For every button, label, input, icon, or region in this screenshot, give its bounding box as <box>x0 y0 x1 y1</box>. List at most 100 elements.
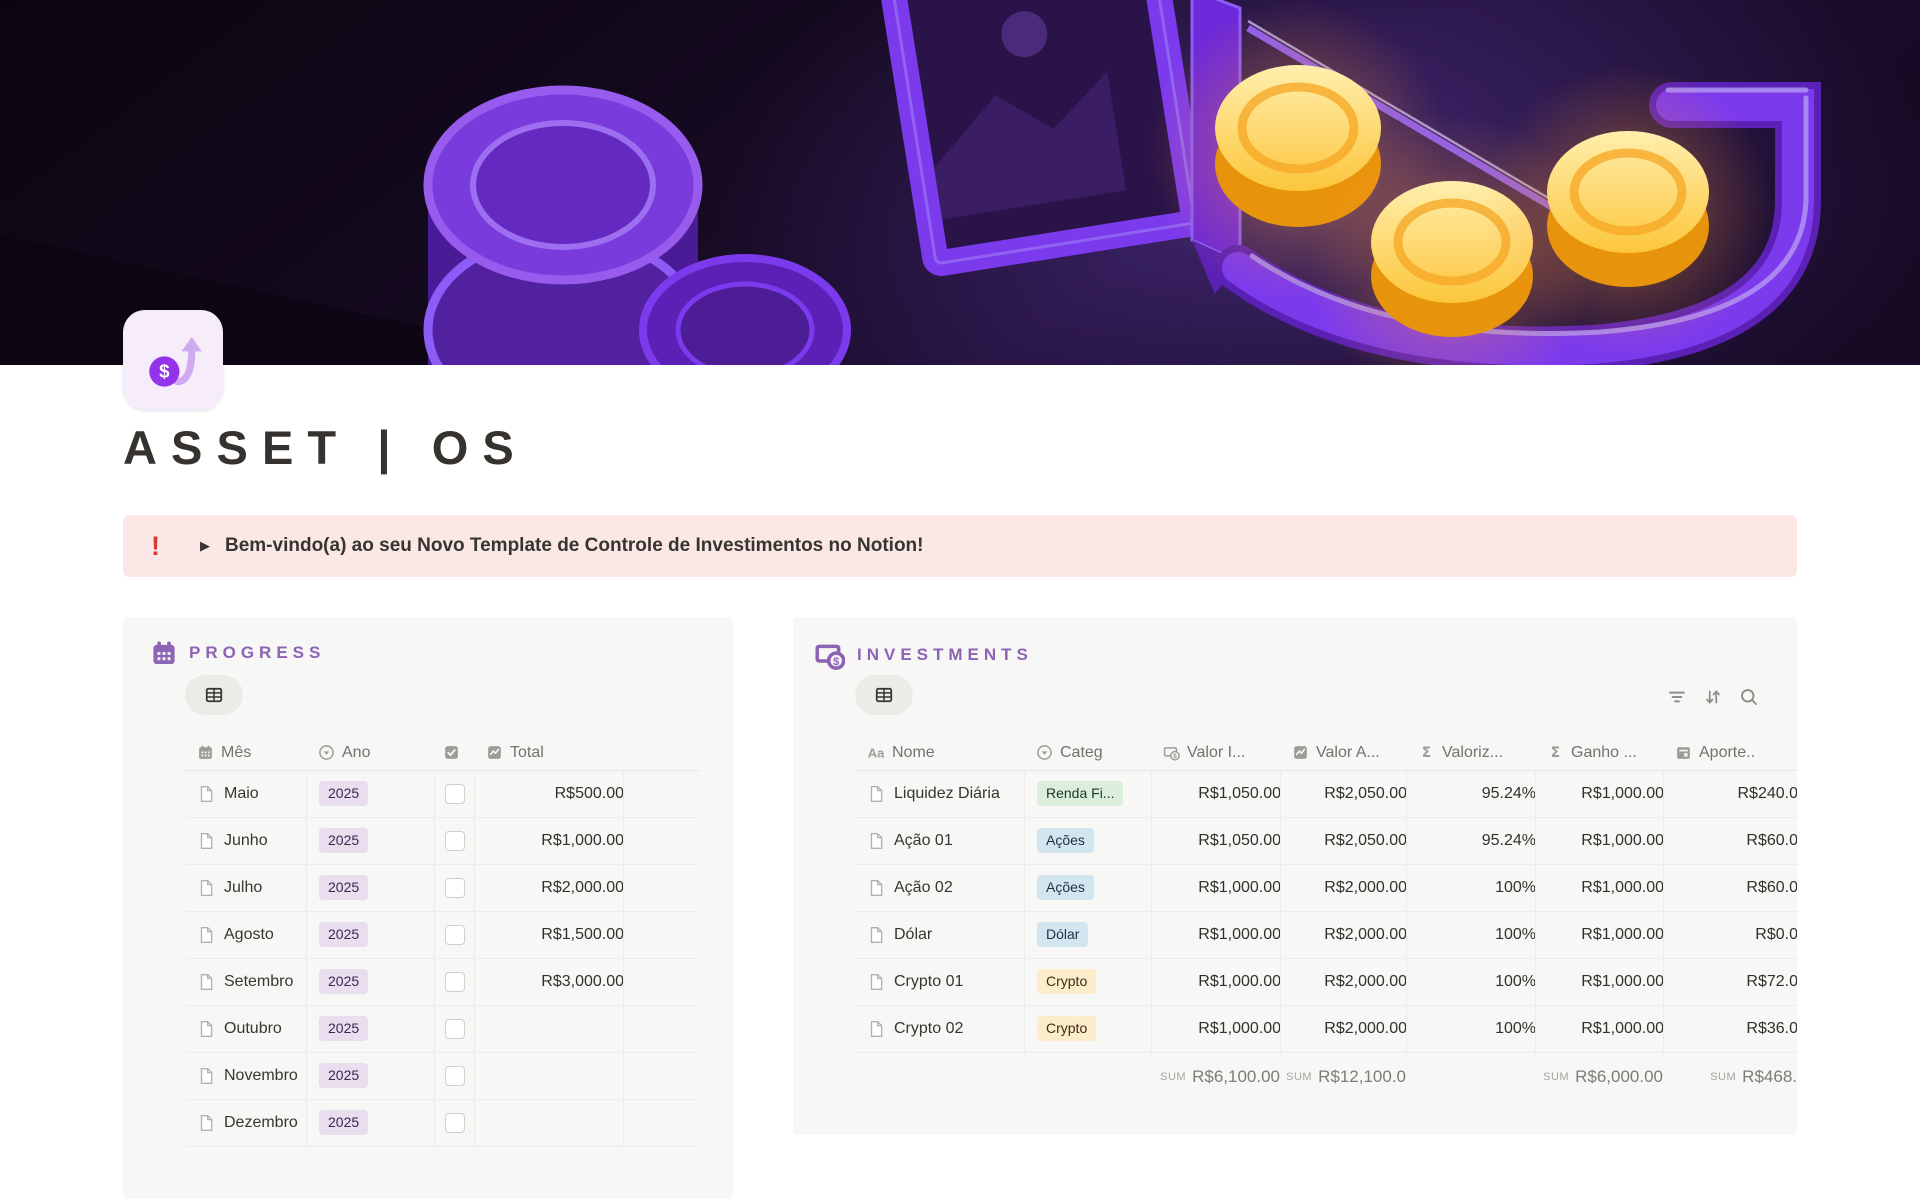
table-row[interactable]: Dezembro 2025 <box>185 1099 699 1147</box>
total-cell[interactable]: R$3,000.00 <box>541 973 624 991</box>
column-header-aporte[interactable]: Aporte.. <box>1675 735 1797 770</box>
ganho-cell[interactable]: R$1,000.00 <box>1581 832 1664 850</box>
month-cell[interactable]: Outubro <box>224 1020 282 1038</box>
toggle-triangle-icon[interactable]: ▶ <box>200 538 210 554</box>
valor-i-cell[interactable]: R$1,000.00 <box>1198 879 1281 897</box>
month-cell[interactable]: Agosto <box>224 926 274 944</box>
aporte-cell[interactable]: R$0.0 <box>1755 926 1797 944</box>
valoriz-cell[interactable]: 100% <box>1495 879 1536 897</box>
checkbox[interactable] <box>445 1066 465 1086</box>
table-row[interactable]: Ação 01 Ações R$1,050.00 R$2,050.00 95.2… <box>855 817 1797 865</box>
valoriz-cell[interactable]: 95.24% <box>1482 832 1536 850</box>
valoriz-cell[interactable]: 95.24% <box>1482 785 1536 803</box>
table-row[interactable]: Agosto 2025 R$1,500.00 <box>185 911 699 959</box>
table-row[interactable]: Setembro 2025 R$3,000.00 <box>185 958 699 1006</box>
valor-a-cell[interactable]: R$2,050.00 <box>1324 785 1407 803</box>
column-header-mes[interactable]: Mês <box>197 735 302 770</box>
valor-i-cell[interactable]: R$1,000.00 <box>1198 926 1281 944</box>
page-icon-badge[interactable]: $ <box>123 310 223 410</box>
checkbox[interactable] <box>445 831 465 851</box>
checkbox[interactable] <box>445 784 465 804</box>
welcome-callout[interactable]: ! ▶ Bem-vindo(a) ao seu Novo Template de… <box>123 515 1797 577</box>
column-header-total[interactable]: Total <box>486 735 621 770</box>
table-view-button[interactable] <box>855 675 913 715</box>
table-row[interactable]: Ação 02 Ações R$1,000.00 R$2,000.00 100%… <box>855 864 1797 912</box>
checkbox[interactable] <box>445 878 465 898</box>
month-cell[interactable]: Junho <box>224 832 268 850</box>
name-cell[interactable]: Crypto 01 <box>894 973 963 991</box>
total-cell[interactable]: R$1,000.00 <box>541 832 624 850</box>
valor-a-cell[interactable]: R$2,000.00 <box>1324 1020 1407 1038</box>
valor-i-cell[interactable]: R$1,000.00 <box>1198 973 1281 991</box>
column-header-nome[interactable]: Nome <box>867 735 1017 770</box>
valor-a-cell[interactable]: R$2,000.00 <box>1324 973 1407 991</box>
checkbox[interactable] <box>445 972 465 992</box>
ganho-cell[interactable]: R$1,000.00 <box>1581 879 1664 897</box>
aporte-cell[interactable]: R$36.0 <box>1746 1020 1797 1038</box>
valor-i-cell[interactable]: R$1,000.00 <box>1198 1020 1281 1038</box>
aporte-cell[interactable]: R$60.0 <box>1746 832 1797 850</box>
search-icon[interactable] <box>1739 687 1759 707</box>
column-header-valoriz[interactable]: Valoriz... <box>1418 735 1535 770</box>
category-tag[interactable]: Crypto <box>1037 969 1096 994</box>
year-tag[interactable]: 2025 <box>319 969 368 994</box>
sort-icon[interactable] <box>1703 687 1723 707</box>
sum-valor-a[interactable]: SUM R$12,100.0 <box>1280 1052 1418 1102</box>
ganho-cell[interactable]: R$1,000.00 <box>1581 785 1664 803</box>
column-header-ano[interactable]: Ano <box>318 735 433 770</box>
total-cell[interactable]: R$500.00 <box>555 785 624 803</box>
column-header-categ[interactable]: Categ <box>1036 735 1151 770</box>
column-header-ganho[interactable]: Ganho ... <box>1547 735 1663 770</box>
name-cell[interactable]: Liquidez Diária <box>894 785 1000 803</box>
name-cell[interactable]: Ação 01 <box>894 832 953 850</box>
year-tag[interactable]: 2025 <box>319 828 368 853</box>
checkbox[interactable] <box>445 1019 465 1039</box>
year-tag[interactable]: 2025 <box>319 781 368 806</box>
name-cell[interactable]: Ação 02 <box>894 879 953 897</box>
category-tag[interactable]: Ações <box>1037 875 1094 900</box>
checkbox[interactable] <box>445 1113 465 1133</box>
valor-i-cell[interactable]: R$1,050.00 <box>1198 785 1281 803</box>
checkbox[interactable] <box>445 925 465 945</box>
table-row[interactable]: Liquidez Diária Renda Fi... R$1,050.00 R… <box>855 770 1797 818</box>
year-tag[interactable]: 2025 <box>319 1063 368 1088</box>
table-row[interactable]: Crypto 02 Crypto R$1,000.00 R$2,000.00 1… <box>855 1005 1797 1053</box>
year-tag[interactable]: 2025 <box>319 1016 368 1041</box>
valor-a-cell[interactable]: R$2,050.00 <box>1324 832 1407 850</box>
ganho-cell[interactable]: R$1,000.00 <box>1581 926 1664 944</box>
category-tag[interactable]: Crypto <box>1037 1016 1096 1041</box>
name-cell[interactable]: Crypto 02 <box>894 1020 963 1038</box>
ganho-cell[interactable]: R$1,000.00 <box>1581 1020 1664 1038</box>
column-header-valor-i[interactable]: Valor I... <box>1163 735 1280 770</box>
valoriz-cell[interactable]: 100% <box>1495 1020 1536 1038</box>
total-cell[interactable]: R$1,500.00 <box>541 926 624 944</box>
sum-aporte[interactable]: SUM R$468. <box>1663 1052 1797 1102</box>
year-tag[interactable]: 2025 <box>319 875 368 900</box>
name-cell[interactable]: Dólar <box>894 926 932 944</box>
valor-a-cell[interactable]: R$2,000.00 <box>1324 926 1407 944</box>
table-row[interactable]: Crypto 01 Crypto R$1,000.00 R$2,000.00 1… <box>855 958 1797 1006</box>
table-row[interactable]: Junho 2025 R$1,000.00 <box>185 817 699 865</box>
year-tag[interactable]: 2025 <box>319 922 368 947</box>
table-row[interactable]: Dólar Dólar R$1,000.00 R$2,000.00 100% R… <box>855 911 1797 959</box>
valor-a-cell[interactable]: R$2,000.00 <box>1324 879 1407 897</box>
month-cell[interactable]: Setembro <box>224 973 293 991</box>
valor-i-cell[interactable]: R$1,050.00 <box>1198 832 1281 850</box>
sum-ganho[interactable]: SUM R$6,000.00 <box>1535 1052 1675 1102</box>
ganho-cell[interactable]: R$1,000.00 <box>1581 973 1664 991</box>
month-cell[interactable]: Novembro <box>224 1067 298 1085</box>
total-cell[interactable]: R$2,000.00 <box>541 879 624 897</box>
table-row[interactable]: Novembro 2025 <box>185 1052 699 1100</box>
aporte-cell[interactable]: R$240.0 <box>1738 785 1798 803</box>
year-tag[interactable]: 2025 <box>319 1110 368 1135</box>
table-row[interactable]: Julho 2025 R$2,000.00 <box>185 864 699 912</box>
aporte-cell[interactable]: R$72.0 <box>1746 973 1797 991</box>
aporte-cell[interactable]: R$60.0 <box>1746 879 1797 897</box>
valoriz-cell[interactable]: 100% <box>1495 973 1536 991</box>
filter-icon[interactable] <box>1667 687 1687 707</box>
table-row[interactable]: Maio 2025 R$500.00 <box>185 770 699 818</box>
sum-valor-i[interactable]: SUM R$6,100.00 <box>1151 1052 1292 1102</box>
table-view-button[interactable] <box>185 675 243 715</box>
category-tag[interactable]: Dólar <box>1037 922 1088 947</box>
table-row[interactable]: Outubro 2025 <box>185 1005 699 1053</box>
